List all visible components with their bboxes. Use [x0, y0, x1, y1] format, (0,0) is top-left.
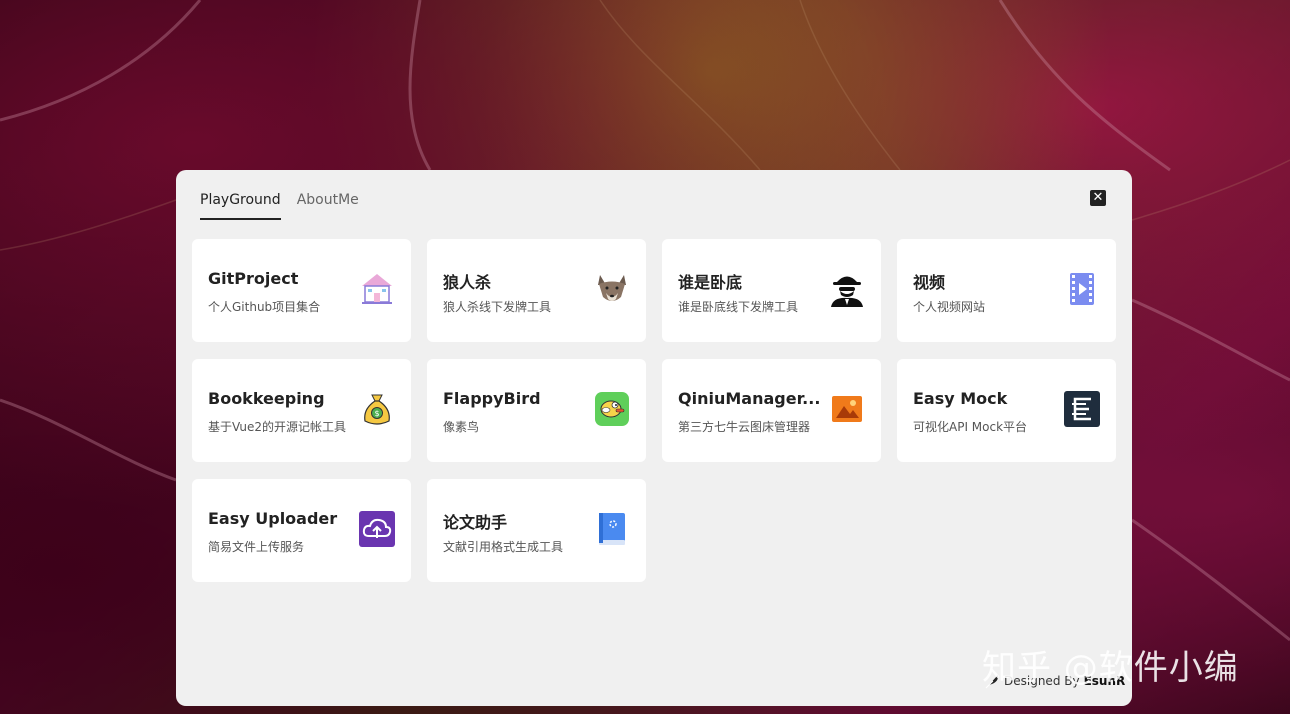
- watermark: 知乎 @软件小编: [982, 648, 1239, 688]
- close-icon[interactable]: ✕: [1090, 190, 1106, 206]
- card-title: 视频: [913, 273, 946, 292]
- wolf-icon: [598, 275, 626, 301]
- card-paper-assistant[interactable]: 论文助手 文献引用格式生成工具: [427, 479, 646, 582]
- card-desc: 简易文件上传服务: [208, 540, 305, 554]
- card-title: 谁是卧底: [678, 273, 743, 292]
- card-flappybird[interactable]: FlappyBird 像素鸟: [427, 359, 646, 462]
- tab-bar: PlayGround AboutMe: [200, 190, 375, 220]
- card-video[interactable]: 视频 个人视频网站: [897, 239, 1116, 342]
- card-title: QiniuManager...: [678, 389, 821, 408]
- card-easymock[interactable]: Easy Mock 可视化API Mock平台: [897, 359, 1116, 462]
- house-icon: [362, 274, 392, 304]
- card-desc: 个人Github项目集合: [208, 300, 321, 314]
- card-title: Easy Mock: [913, 389, 1008, 408]
- card-desc: 像素鸟: [443, 420, 480, 434]
- card-title: 狼人杀: [443, 273, 492, 292]
- card-easyuploader[interactable]: Easy Uploader 简易文件上传服务: [192, 479, 411, 582]
- tab-aboutme[interactable]: AboutMe: [297, 190, 359, 220]
- card-desc: 狼人杀线下发牌工具: [443, 300, 552, 314]
- card-title: Easy Uploader: [208, 509, 338, 528]
- tab-playground[interactable]: PlayGround: [200, 190, 281, 220]
- card-title: 论文助手: [443, 513, 508, 532]
- card-qiniumanager[interactable]: QiniuManager... 第三方七牛云图床管理器: [662, 359, 881, 462]
- card-bookkeeping[interactable]: Bookkeeping 基于Vue2的开源记帐工具 $: [192, 359, 411, 462]
- cloud-upload-icon: [359, 511, 395, 547]
- money-bag-icon: $: [364, 394, 390, 425]
- card-title: FlappyBird: [443, 389, 541, 408]
- card-desc: 个人视频网站: [913, 300, 986, 314]
- app-grid: GitProject 个人Github项目集合 狼人杀 狼人杀线下发牌工具 谁是…: [192, 239, 1116, 582]
- book-icon: [599, 513, 625, 545]
- card-title: Bookkeeping: [208, 389, 325, 408]
- playground-dialog: PlayGround AboutMe ✕ GitProject 个人Github…: [176, 170, 1132, 706]
- easy-mock-icon: [1064, 391, 1100, 427]
- card-undercover[interactable]: 谁是卧底 谁是卧底线下发牌工具: [662, 239, 881, 342]
- card-gitproject[interactable]: GitProject 个人Github项目集合: [192, 239, 411, 342]
- card-title: GitProject: [208, 269, 299, 288]
- card-desc: 可视化API Mock平台: [913, 420, 1028, 434]
- card-desc: 基于Vue2的开源记帐工具: [208, 420, 347, 434]
- card-werewolf[interactable]: 狼人杀 狼人杀线下发牌工具: [427, 239, 646, 342]
- spy-icon: [831, 276, 863, 307]
- svg-text:$: $: [374, 409, 379, 418]
- card-desc: 文献引用格式生成工具: [443, 540, 564, 554]
- card-desc: 第三方七牛云图床管理器: [678, 420, 811, 434]
- bird-icon: [595, 392, 629, 426]
- video-icon: [1070, 273, 1094, 305]
- image-icon: [832, 396, 862, 422]
- card-desc: 谁是卧底线下发牌工具: [678, 300, 799, 314]
